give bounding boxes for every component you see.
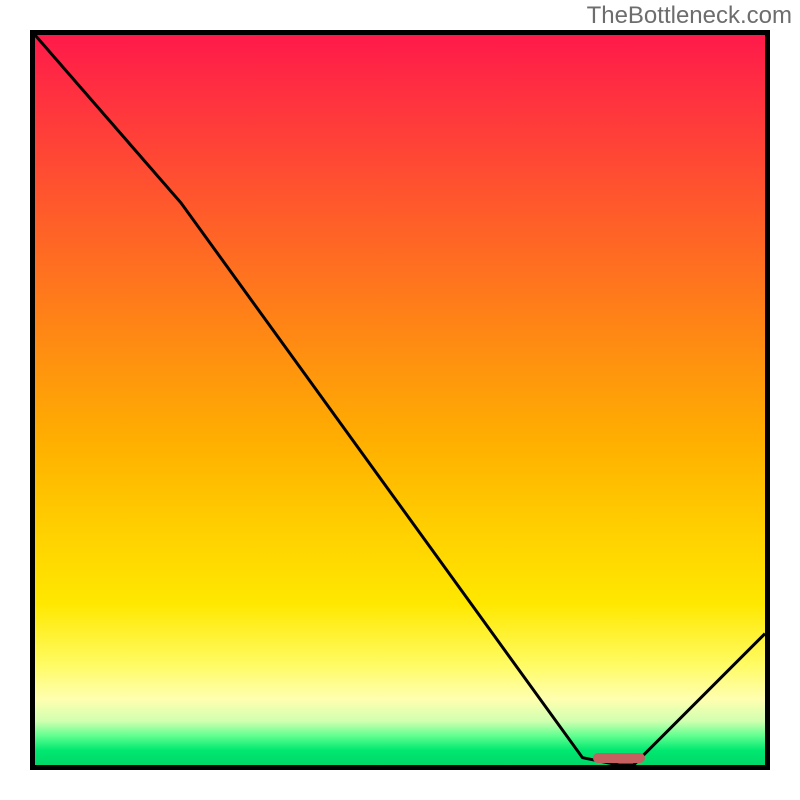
bottleneck-curve-path — [35, 35, 765, 765]
watermark-text: TheBottleneck.com — [587, 2, 792, 30]
chart-line-svg — [35, 35, 765, 765]
plot-area — [30, 30, 770, 770]
optimal-range-marker — [593, 753, 644, 763]
chart-container: TheBottleneck.com — [0, 0, 800, 800]
